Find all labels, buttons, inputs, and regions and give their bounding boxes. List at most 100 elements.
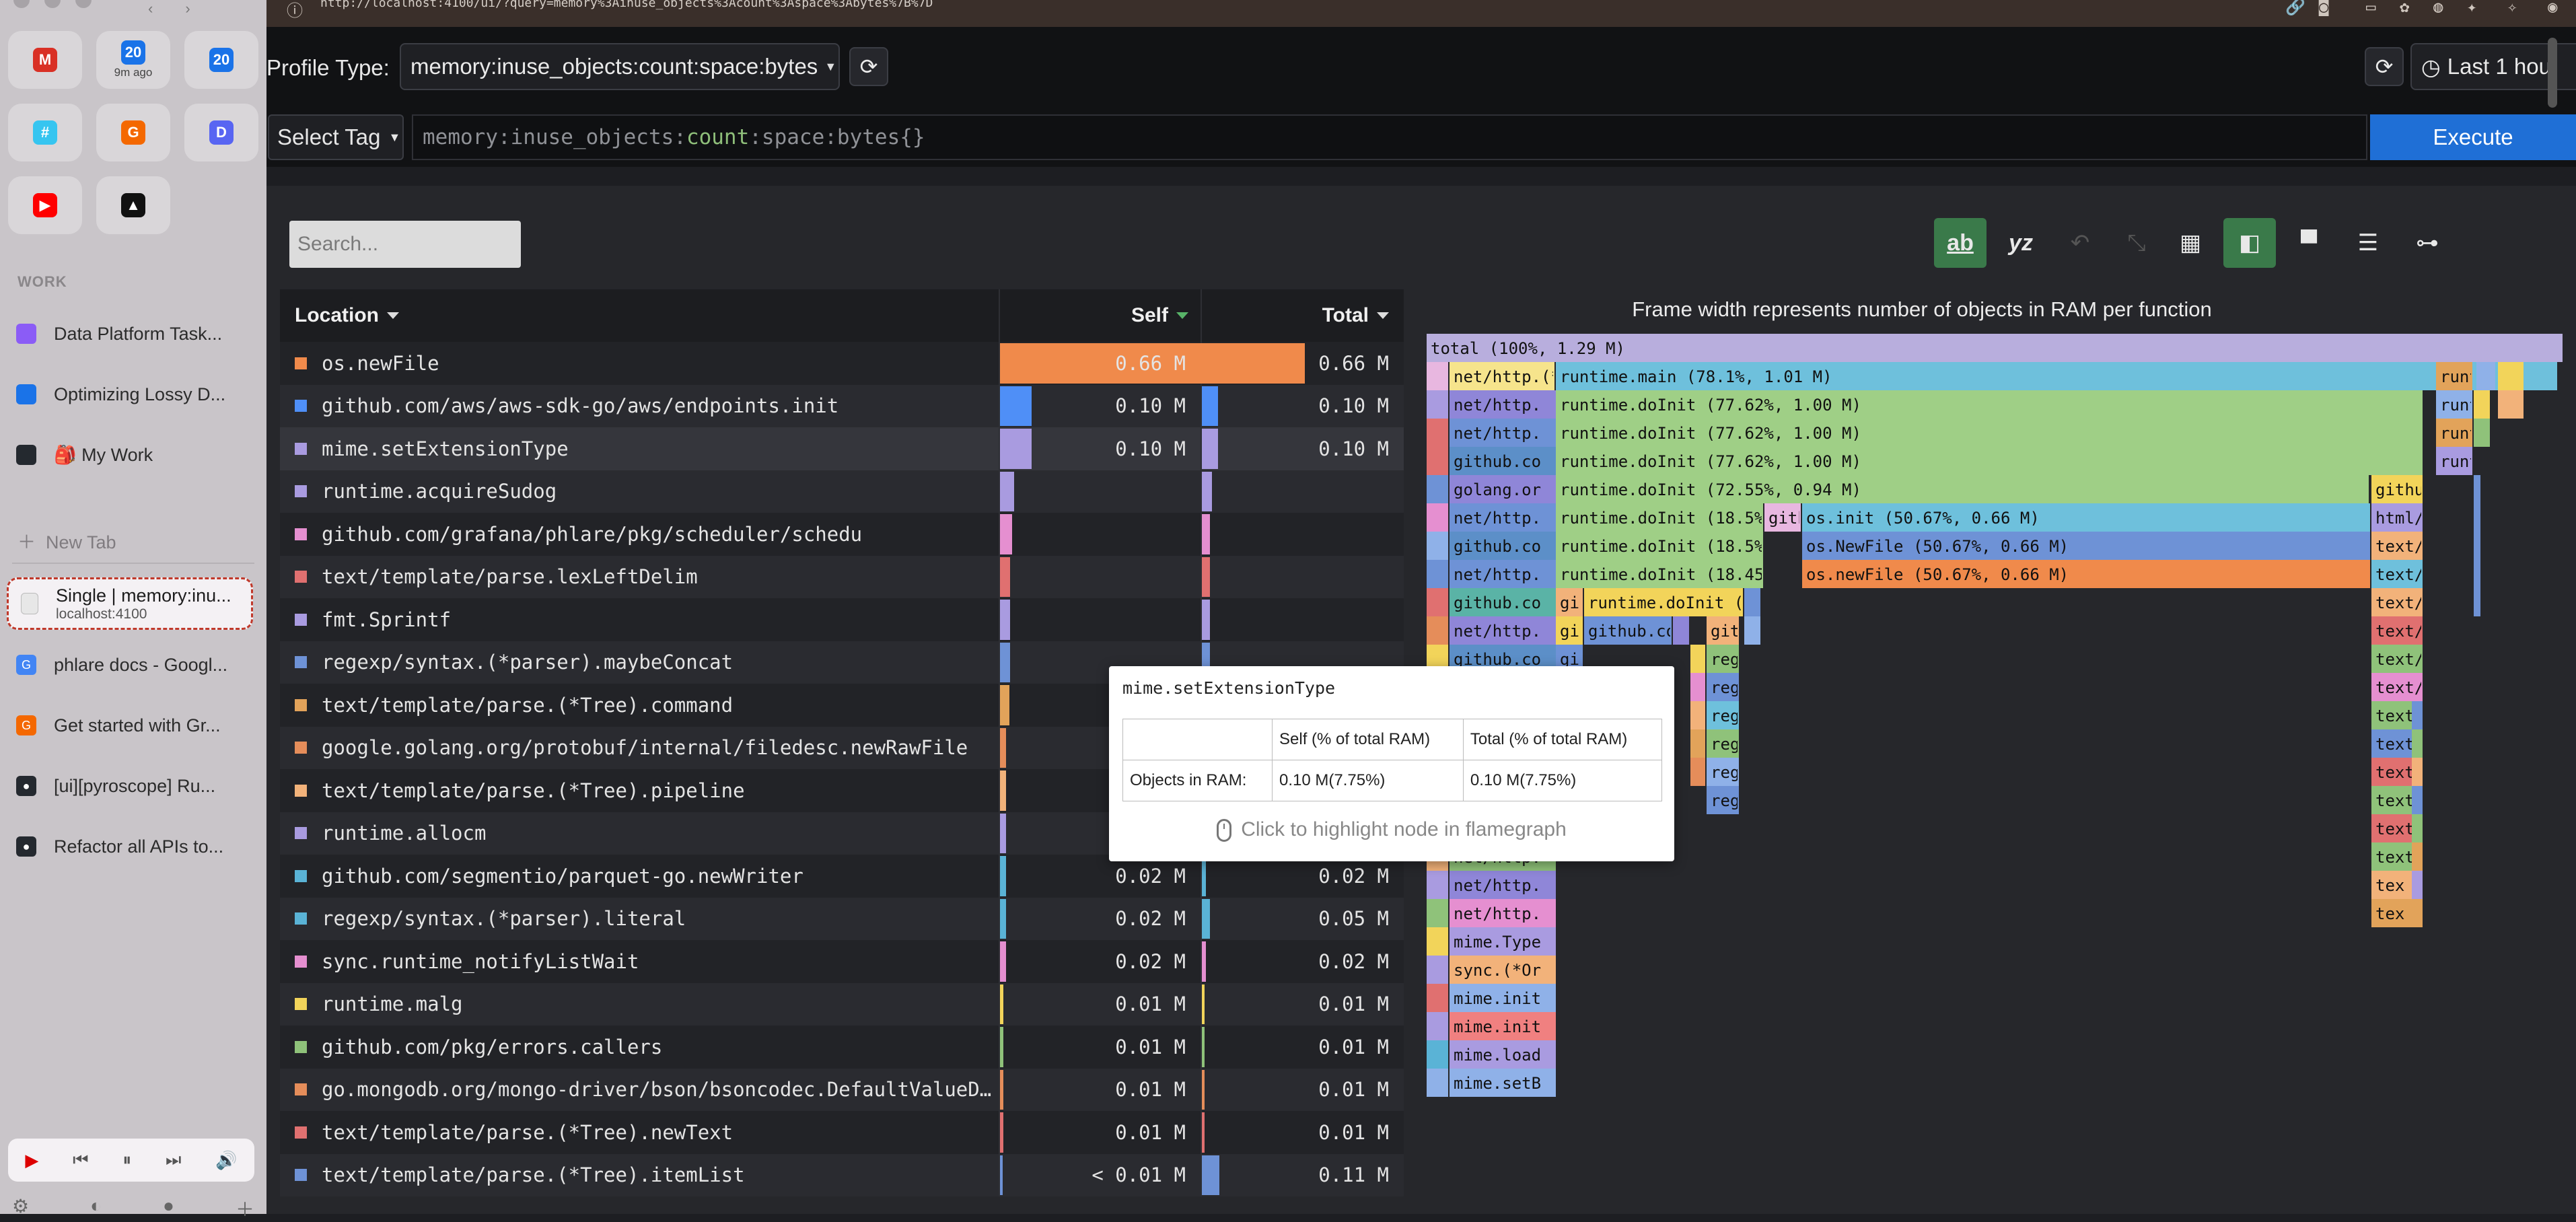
flame-node[interactable]: runtime.doInit (77.62%, 1.00 M) xyxy=(1556,447,2423,475)
flame-node[interactable]: golang.or xyxy=(1450,475,1556,503)
flame-node[interactable]: mime.setB xyxy=(1450,1069,1556,1097)
flame-node[interactable] xyxy=(1427,616,1448,645)
pinned-tab[interactable]: Data Platform Task... xyxy=(16,314,252,354)
flame-node[interactable]: runtime.doInit (18.5%, xyxy=(1556,532,1774,560)
query-input[interactable]: memory:inuse_objects: count:space:bytes{} xyxy=(412,114,2367,160)
flame-node[interactable] xyxy=(2476,362,2495,390)
collapse-names-button[interactable]: ab xyxy=(1934,218,1987,268)
flame-node[interactable]: gith xyxy=(1707,616,1750,645)
table-view-button[interactable]: ▦ xyxy=(2164,218,2217,268)
flame-node[interactable] xyxy=(2474,560,2480,588)
extension-icon[interactable]: ✧ xyxy=(2507,0,2517,16)
forward-icon[interactable]: › xyxy=(185,0,190,17)
flame-node[interactable]: text/t xyxy=(2371,616,2434,645)
flame-node[interactable] xyxy=(2474,532,2480,560)
extension-icon[interactable]: ◉ xyxy=(2548,0,2557,16)
flame-node[interactable] xyxy=(1427,419,1448,447)
settings-icon[interactable]: ⚙ xyxy=(12,1195,29,1222)
flame-node[interactable] xyxy=(1690,645,1705,673)
flame-node[interactable]: net/http. xyxy=(1450,899,1556,927)
refresh-profile-types-button[interactable]: ⟳ xyxy=(849,47,888,86)
graph-view-button[interactable]: ⊶ xyxy=(2401,218,2454,268)
flame-node[interactable]: os.newFile (50.67%, 0.66 M) xyxy=(1802,560,2370,588)
flame-node[interactable] xyxy=(1744,616,1760,645)
undo-button[interactable]: ↶ xyxy=(2054,218,2106,268)
flame-node[interactable]: runtime.doInit (77.62%, 1.00 M) xyxy=(1556,390,2423,419)
favorite-tile[interactable]: D xyxy=(184,104,258,161)
profile-type-select[interactable]: memory:inuse_objects:count:space:bytes ▼ xyxy=(400,43,840,90)
flame-node[interactable]: tex xyxy=(2371,899,2423,927)
flame-node[interactable]: os.NewFile (50.67%, 0.66 M) xyxy=(1802,532,2370,560)
window-controls[interactable] xyxy=(13,0,92,8)
flame-node[interactable]: text/ xyxy=(2371,673,2424,701)
flame-node[interactable] xyxy=(1427,927,1448,956)
select-tag-dropdown[interactable]: Select Tag ▼ xyxy=(268,114,404,160)
flame-node[interactable] xyxy=(1427,899,1448,927)
flame-node[interactable]: github.co xyxy=(1450,532,1556,560)
pinned-tab[interactable]: 🎒 My Work xyxy=(16,435,252,475)
flame-node[interactable]: github xyxy=(2371,475,2434,503)
flame-node[interactable] xyxy=(1690,729,1705,758)
flame-node[interactable]: reg xyxy=(1707,758,1740,786)
browser-tab[interactable]: ● [ui][pyroscope] Ru... xyxy=(16,766,252,806)
flame-node[interactable]: runtime.doInit (72.55%, 0.94 M) xyxy=(1556,475,2369,503)
browser-tab[interactable]: Gphlare docs - Googl... xyxy=(16,645,252,685)
table-row[interactable]: go.mongodb.org/mongo-driver/bson/bsoncod… xyxy=(280,1068,1404,1111)
flame-node[interactable] xyxy=(1427,588,1448,616)
favorite-tile[interactable]: # xyxy=(8,104,82,161)
pinned-tab[interactable]: Optimizing Lossy D... xyxy=(16,374,252,415)
flame-node[interactable]: text/t xyxy=(2371,588,2434,616)
flame-node[interactable] xyxy=(2474,503,2480,532)
flame-node[interactable]: mime.init xyxy=(1450,984,1556,1012)
flame-node[interactable] xyxy=(1427,984,1448,1012)
favorite-tile[interactable]: M xyxy=(8,31,82,89)
active-tab[interactable]: Single | memory:inu... localhost:4100 xyxy=(7,577,253,630)
new-tab-button[interactable]: ＋ New Tab xyxy=(17,528,116,554)
flame-node[interactable] xyxy=(1427,871,1448,899)
refresh-button[interactable]: ⟳ xyxy=(2365,47,2404,86)
location-header[interactable]: Location xyxy=(280,289,1000,342)
flame-node[interactable]: os.init (50.67%, 0.66 M) xyxy=(1802,503,2370,532)
table-row[interactable]: github.com/aws/aws-sdk-go/aws/endpoints.… xyxy=(280,384,1404,427)
flame-node[interactable] xyxy=(1427,1040,1448,1069)
flame-node[interactable] xyxy=(1744,588,1760,616)
flame-node[interactable]: runtime.doInit ( xyxy=(1584,588,1744,616)
flame-node[interactable] xyxy=(1427,503,1448,532)
flame-node[interactable]: reg xyxy=(1707,786,1740,814)
flame-node[interactable]: runti xyxy=(2436,447,2489,475)
flame-node[interactable]: runtime.doInit (18.5%, xyxy=(1556,503,1774,532)
flame-node[interactable]: text/t xyxy=(2371,560,2434,588)
flame-node[interactable] xyxy=(1427,560,1448,588)
flame-node[interactable]: reg xyxy=(1707,673,1740,701)
flame-node[interactable]: net/http. xyxy=(1450,419,1556,447)
flame-node[interactable]: reg xyxy=(1707,701,1740,729)
table-row[interactable]: fmt.Sprintf xyxy=(280,598,1404,641)
flame-node[interactable]: net/http. xyxy=(1450,871,1556,899)
flamegraph-view-button[interactable]: ▀ xyxy=(2283,218,2335,268)
flame-node[interactable]: github.co xyxy=(1584,616,1676,645)
flame-node[interactable] xyxy=(1673,616,1689,645)
sort-names-button[interactable]: yz xyxy=(1995,218,2047,268)
table-flamegraph-view-button[interactable]: ◧ xyxy=(2223,218,2276,268)
puzzle-icon[interactable]: ✦ xyxy=(2467,0,2476,16)
nav-arrows[interactable]: ‹ › xyxy=(148,0,223,17)
flame-node[interactable] xyxy=(2412,786,2423,814)
flame-node[interactable]: net/http. xyxy=(1450,560,1556,588)
flame-node[interactable]: reg xyxy=(1707,729,1740,758)
favorite-tile[interactable]: G xyxy=(96,104,170,161)
execute-button[interactable]: Execute xyxy=(2370,114,2576,160)
flame-node[interactable]: runtime.doInit (77.62%, 1.00 M) xyxy=(1556,419,2423,447)
flame-node[interactable] xyxy=(2412,758,2423,786)
profile-icon[interactable]: ● xyxy=(163,1195,174,1222)
link-icon[interactable]: 🔗 xyxy=(2285,0,2305,16)
archive-icon[interactable]: ◐ xyxy=(90,1195,102,1222)
flame-node[interactable]: mime.Type xyxy=(1450,927,1556,956)
self-header[interactable]: Self xyxy=(1000,289,1202,342)
favorite-tile[interactable]: ▲ xyxy=(96,176,170,234)
table-row[interactable]: text/template/parse.(*Tree).newText 0.01 … xyxy=(280,1111,1404,1154)
flame-node[interactable] xyxy=(2412,701,2423,729)
flame-node[interactable] xyxy=(2412,842,2423,871)
table-row[interactable]: runtime.malg 0.01 M 0.01 M xyxy=(280,982,1404,1026)
back-icon[interactable]: ‹ xyxy=(148,0,153,17)
flame-node[interactable]: github.co xyxy=(1450,447,1556,475)
